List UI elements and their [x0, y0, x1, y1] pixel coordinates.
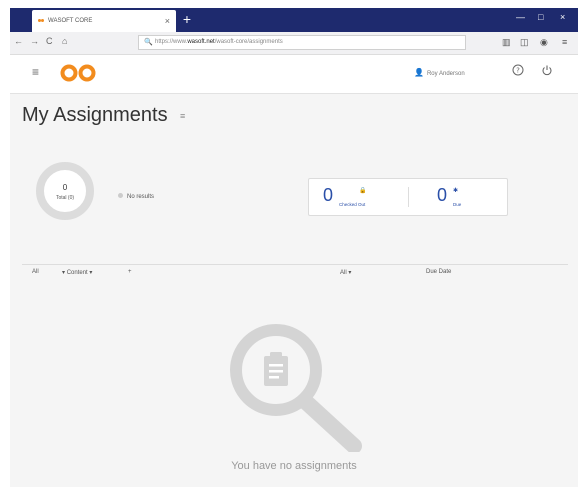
reload-icon[interactable]: C — [46, 36, 53, 46]
browser-tab[interactable]: WASOFT CORE × — [32, 10, 176, 32]
extension-icon[interactable]: ◉ — [540, 37, 548, 48]
address-bar[interactable]: 🔍 https://www.wasoft.net/wasoft-core/ass… — [138, 35, 466, 50]
browser-toolbar: ← → C ⌂ 🔍 https://www.wasoft.net/wasoft-… — [10, 32, 578, 55]
checked-out-label: Checked Out — [339, 202, 366, 207]
app-logo[interactable] — [58, 64, 98, 82]
legend-dot-icon — [118, 193, 123, 198]
date-range-filter-label: All — [340, 270, 347, 276]
forward-icon[interactable]: → — [30, 36, 39, 46]
due-date-column-header[interactable]: Due Date — [426, 269, 451, 275]
new-tab-button[interactable]: + — [180, 12, 194, 26]
tab-favicon-icon — [38, 19, 44, 22]
window-close-icon[interactable]: × — [560, 12, 565, 22]
date-range-filter[interactable]: All ▾ — [340, 269, 351, 276]
user-name: Roy Anderson — [426, 71, 465, 77]
filter-bar: All ▾ Content ▾ + All ▾ Due Date — [22, 264, 568, 279]
library-icon[interactable]: ▥ — [502, 37, 511, 48]
url-path: /wasoft-core/assignments — [214, 39, 283, 45]
legend-label: No results — [127, 194, 155, 200]
hamburger-menu-icon[interactable]: ≡ — [32, 65, 39, 79]
donut-count: 0 — [62, 183, 68, 192]
tab-title: WASOFT CORE — [48, 18, 93, 24]
status-filter[interactable]: All — [32, 269, 39, 275]
url-domain: wasoft.net — [187, 39, 215, 45]
user-icon: 👤 — [414, 68, 424, 77]
lock-icon: 🔍 — [144, 39, 153, 46]
lock-icon: 🔒 — [359, 188, 367, 194]
power-icon[interactable] — [541, 64, 553, 79]
magnifier-clipboard-icon — [230, 324, 362, 452]
stats-divider — [408, 187, 409, 207]
donut-label: Total (0) — [55, 195, 75, 201]
menu-icon[interactable]: ≡ — [562, 37, 567, 47]
back-icon[interactable]: ← — [14, 36, 23, 46]
help-icon[interactable]: ? — [512, 64, 524, 79]
url-prefix: https://www. — [155, 39, 188, 45]
user-menu[interactable]: 👤 Roy Anderson — [414, 68, 465, 77]
page-title: My Assignments — [22, 104, 168, 126]
content-filter[interactable]: ▾ Content ▾ — [62, 269, 92, 276]
add-filter-button[interactable]: + — [128, 269, 132, 275]
chart-legend: No results — [118, 193, 154, 200]
empty-state-message: You have no assignments — [231, 460, 357, 472]
sidebar-icon[interactable]: ◫ — [520, 37, 529, 48]
tab-close-icon[interactable]: × — [165, 10, 170, 32]
svg-text:?: ? — [516, 67, 520, 75]
main-content: My Assignments ≡ 0 Total (0) No results … — [10, 94, 578, 487]
content-filter-label: Content — [66, 270, 88, 276]
alert-icon: ✱ — [453, 188, 459, 194]
due-label: Due — [453, 202, 462, 207]
app-header: ≡ 👤 Roy Anderson ? — [10, 55, 578, 94]
stats-panel: 0 🔒 Checked Out 0 ✱ Due — [308, 178, 508, 216]
checked-out-count: 0 — [323, 185, 334, 205]
assignments-donut-chart: 0 Total (0) — [36, 162, 94, 220]
due-stat[interactable]: 0 ✱ Due — [437, 185, 461, 207]
browser-tab-bar: WASOFT CORE × + — □ × — [10, 8, 578, 32]
maximize-icon[interactable]: □ — [538, 12, 543, 22]
checked-out-stat[interactable]: 0 🔒 Checked Out — [323, 185, 366, 207]
minimize-icon[interactable]: — — [516, 12, 525, 22]
list-view-icon[interactable]: ≡ — [180, 111, 185, 121]
due-count: 0 — [437, 185, 448, 205]
home-icon[interactable]: ⌂ — [62, 36, 67, 46]
